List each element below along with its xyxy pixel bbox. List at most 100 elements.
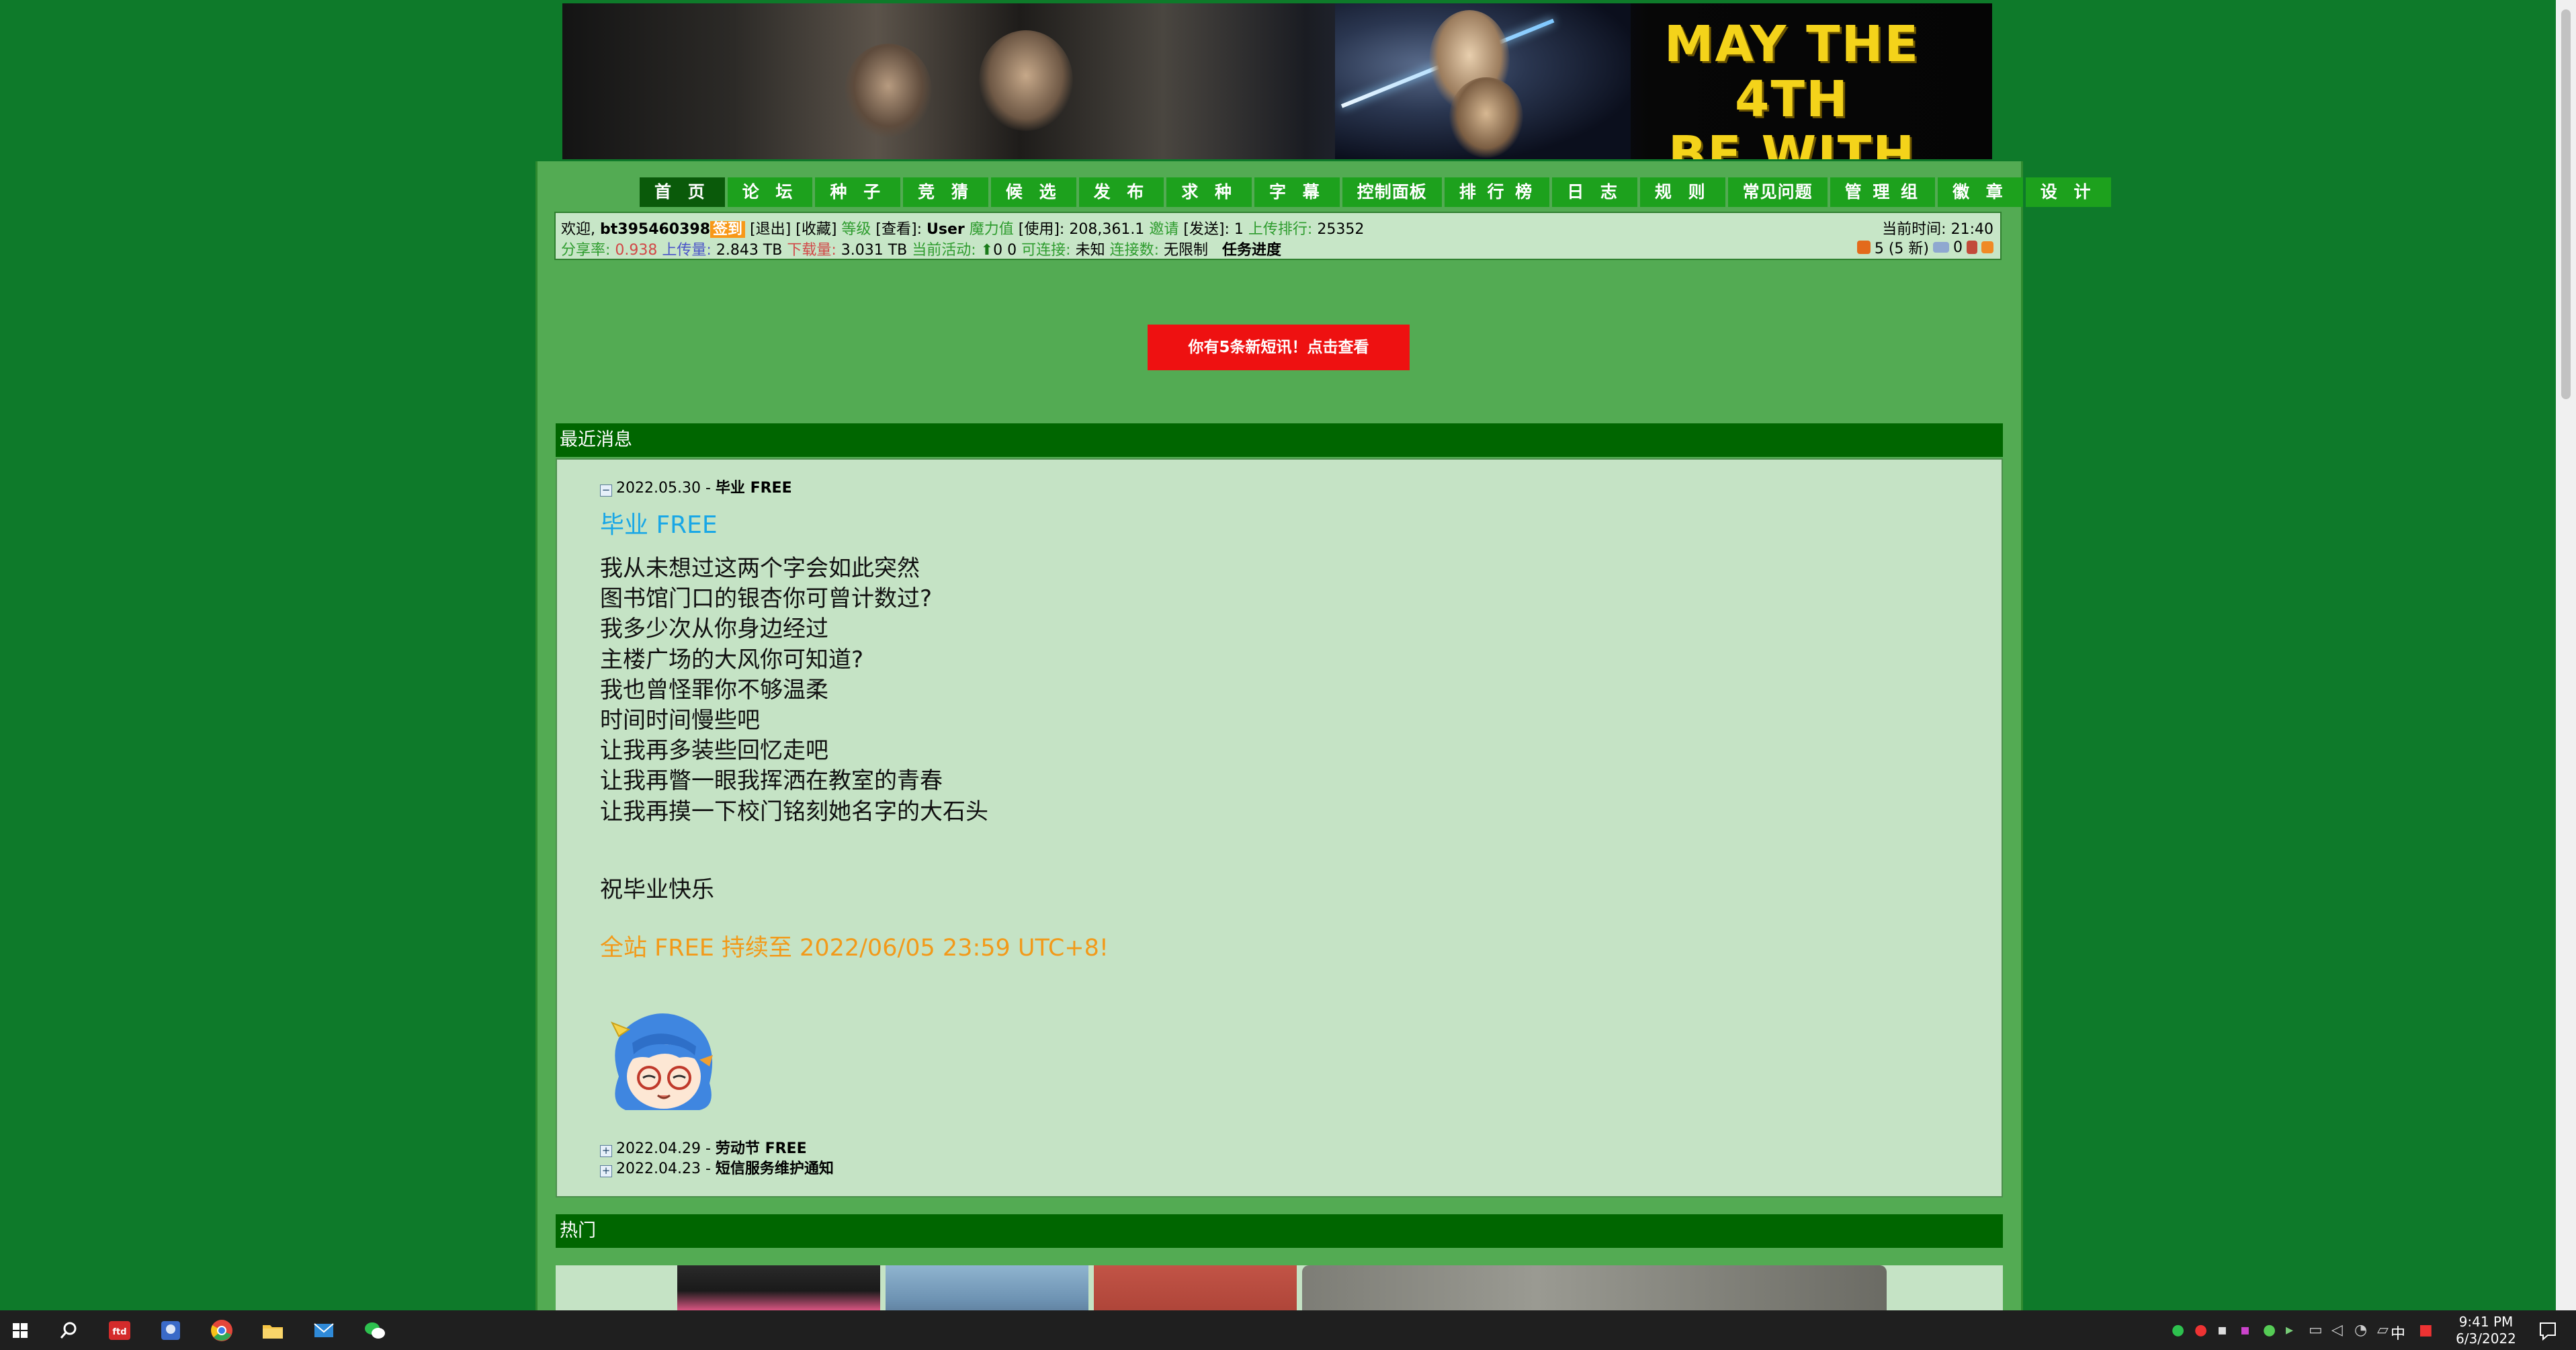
new-messages-alert[interactable]: 你有5条新短讯！点击查看	[1148, 325, 1410, 370]
user-stats-row: 分享率: 0.938 上传量: 2.843 TB 下载量: 3.031 TB 当…	[561, 238, 1281, 259]
nav-requests[interactable]: 求 种	[1166, 177, 1252, 207]
tray-sogou-icon[interactable]: ■	[2419, 1322, 2433, 1339]
collapse-icon[interactable]: −	[600, 484, 612, 497]
view-link[interactable]: [查看]:	[875, 221, 922, 238]
mail-icon[interactable]	[310, 1317, 337, 1344]
nav-rules[interactable]: 规 则	[1639, 177, 1725, 207]
connections-label: 连接数:	[1109, 242, 1159, 259]
poem-line: 时间时间慢些吧	[600, 707, 760, 734]
app-icon-blue[interactable]	[157, 1317, 184, 1344]
logout-link[interactable]: [退出]	[750, 221, 791, 238]
tray-battery-icon[interactable]: ▭	[2309, 1322, 2323, 1339]
tray-app-icon[interactable]: ●	[2263, 1322, 2276, 1339]
user-info-row: 欢迎, bt395460398 签到 [退出] [收藏] 等级 [查看]: Use…	[561, 217, 1364, 239]
news-title-link[interactable]: 短信服务维护通知	[716, 1161, 834, 1177]
inbox-icon[interactable]	[1856, 241, 1871, 254]
main-nav: 首 页 论 坛 种 子 竞 猜 候 选 发 布 求 种 字 幕 控制面板 排 行…	[640, 177, 2114, 207]
time-label: 当前时间:	[1882, 221, 1946, 238]
task-progress-link[interactable]: 任务进度	[1222, 242, 1281, 259]
news-date: 2022.05.30 -	[616, 480, 711, 497]
welcome-text: 欢迎,	[561, 221, 595, 238]
news-date: 2022.04.23 -	[616, 1161, 711, 1177]
nav-forum[interactable]: 论 坛	[727, 177, 813, 207]
nav-faq[interactable]: 常见问题	[1727, 177, 1828, 207]
level-label: 等级	[841, 221, 871, 238]
mascot-image	[610, 1013, 713, 1110]
tray-wifi-icon[interactable]: ◔	[2354, 1322, 2367, 1339]
poem-line: 主楼广场的大风你可知道?	[600, 646, 864, 673]
messages-count[interactable]: 5 (5 新)	[1875, 237, 1929, 258]
tray-app-icon[interactable]: ▪	[2217, 1322, 2227, 1339]
user-notifications: 5 (5 新) 0	[1856, 237, 1993, 258]
uploaded-label: 上传量:	[662, 242, 712, 259]
file-explorer-icon[interactable]	[259, 1317, 286, 1344]
tray-network-icon[interactable]: ▱	[2377, 1322, 2389, 1339]
nav-badges[interactable]: 徽 章	[1938, 177, 2023, 207]
chrome-icon[interactable]	[208, 1317, 235, 1344]
checkin-button[interactable]: 签到	[710, 221, 746, 238]
news-title-link[interactable]: 毕业 FREE	[716, 480, 792, 497]
news-entry[interactable]: +2022.04.29 - 劳动节 FREE	[600, 1136, 807, 1158]
svg-text:ftd: ftd	[112, 1327, 126, 1337]
banner-slogan-line: MAY THE 4TH	[1664, 15, 1920, 128]
invite-label: 邀请	[1149, 221, 1179, 238]
nav-subtitles[interactable]: 字 幕	[1254, 177, 1340, 207]
notification-center-icon[interactable]	[2534, 1317, 2561, 1344]
tray-app-icon[interactable]: ▪	[2240, 1322, 2250, 1339]
free-notice: 全站 FREE 持续至 2022/06/05 23:59 UTC+8!	[600, 935, 1109, 962]
nav-control-panel[interactable]: 控制面板	[1342, 177, 1442, 207]
rss-icon[interactable]	[1981, 241, 1993, 253]
search-icon[interactable]	[55, 1317, 82, 1344]
nav-bets[interactable]: 竞 猜	[903, 177, 988, 207]
connections-value: 无限制	[1164, 242, 1209, 259]
nav-log[interactable]: 日 志	[1552, 177, 1637, 207]
expand-icon[interactable]: +	[600, 1145, 612, 1157]
ime-indicator[interactable]: 中	[2391, 1322, 2405, 1343]
username-link[interactable]: bt395460398	[600, 221, 710, 238]
nav-upload[interactable]: 发 布	[1078, 177, 1164, 207]
page-scrollbar[interactable]	[2556, 0, 2576, 1310]
tray-red-icon[interactable]: ●	[2194, 1322, 2207, 1339]
upload-rank-value: 25352	[1317, 221, 1365, 238]
magic-label: 魔力值	[969, 221, 1014, 238]
uploaded-value: 2.843 TB	[716, 242, 783, 259]
taskbar-clock[interactable]: 9:41 PM 6/3/2022	[2452, 1314, 2520, 1347]
wechat-icon[interactable]	[361, 1317, 388, 1344]
downloaded-label: 下载量:	[787, 242, 836, 259]
tray-nvidia-icon[interactable]: ▸	[2286, 1322, 2293, 1339]
scrollbar-thumb[interactable]	[2561, 9, 2571, 399]
downloaded-value: 3.031 TB	[841, 242, 908, 259]
magic-use-link[interactable]: [使用]: 208,361.1	[1019, 221, 1145, 238]
friends-icon[interactable]	[1933, 242, 1949, 253]
nav-home[interactable]: 首 页	[640, 177, 725, 207]
nav-design[interactable]: 设 计	[2025, 177, 2111, 207]
expand-icon[interactable]: +	[600, 1165, 612, 1177]
bookmark-icon[interactable]	[1967, 241, 1977, 254]
news-body-poem: 我从未想过这两个字会如此突然 图书馆门口的银杏你可曾计数过? 我多少次从你身边经…	[600, 554, 988, 827]
invite-send-link[interactable]: [发送]: 1	[1183, 221, 1244, 238]
tray-volume-icon[interactable]: ◁	[2331, 1322, 2343, 1339]
hot-header: 热门	[556, 1214, 2003, 1248]
nav-staff[interactable]: 管 理 组	[1830, 177, 1936, 207]
windows-start-icon[interactable]	[7, 1317, 34, 1344]
site-banner[interactable]: MAY THE 4TH BE WITH YOU	[562, 3, 1992, 159]
tray-wechat-icon[interactable]: ●	[2172, 1322, 2184, 1339]
news-date: 2022.04.29 -	[616, 1140, 711, 1157]
poem-line: 我多少次从你身边经过	[600, 616, 828, 643]
news-title-link[interactable]: 劳动节 FREE	[716, 1140, 807, 1157]
other-count: 0	[1953, 239, 1963, 256]
ratio-value: 0.938	[615, 242, 658, 259]
activity-label: 当前活动:	[912, 242, 976, 259]
windows-taskbar: ftd ● ● ▪ ▪ ● ▸ ▭ ◁ ◔ ▱ 中 ■ 9:41 PM 6/3/…	[0, 1310, 2576, 1350]
favorites-link[interactable]: [收藏]	[796, 221, 836, 238]
banner-art-face	[845, 44, 932, 138]
poem-line: 让我再多装些回忆走吧	[600, 737, 828, 765]
news-entry[interactable]: −2022.05.30 - 毕业 FREE	[600, 476, 792, 497]
nav-torrents[interactable]: 种 子	[815, 177, 901, 207]
activity-value: 0 0	[993, 242, 1017, 259]
banner-art-face	[1449, 77, 1523, 158]
news-entry[interactable]: +2022.04.23 - 短信服务维护通知	[600, 1156, 834, 1178]
nav-candidates[interactable]: 候 选	[990, 177, 1076, 207]
nav-rankings[interactable]: 排 行 榜	[1444, 177, 1550, 207]
app-icon-red[interactable]: ftd	[106, 1317, 133, 1344]
